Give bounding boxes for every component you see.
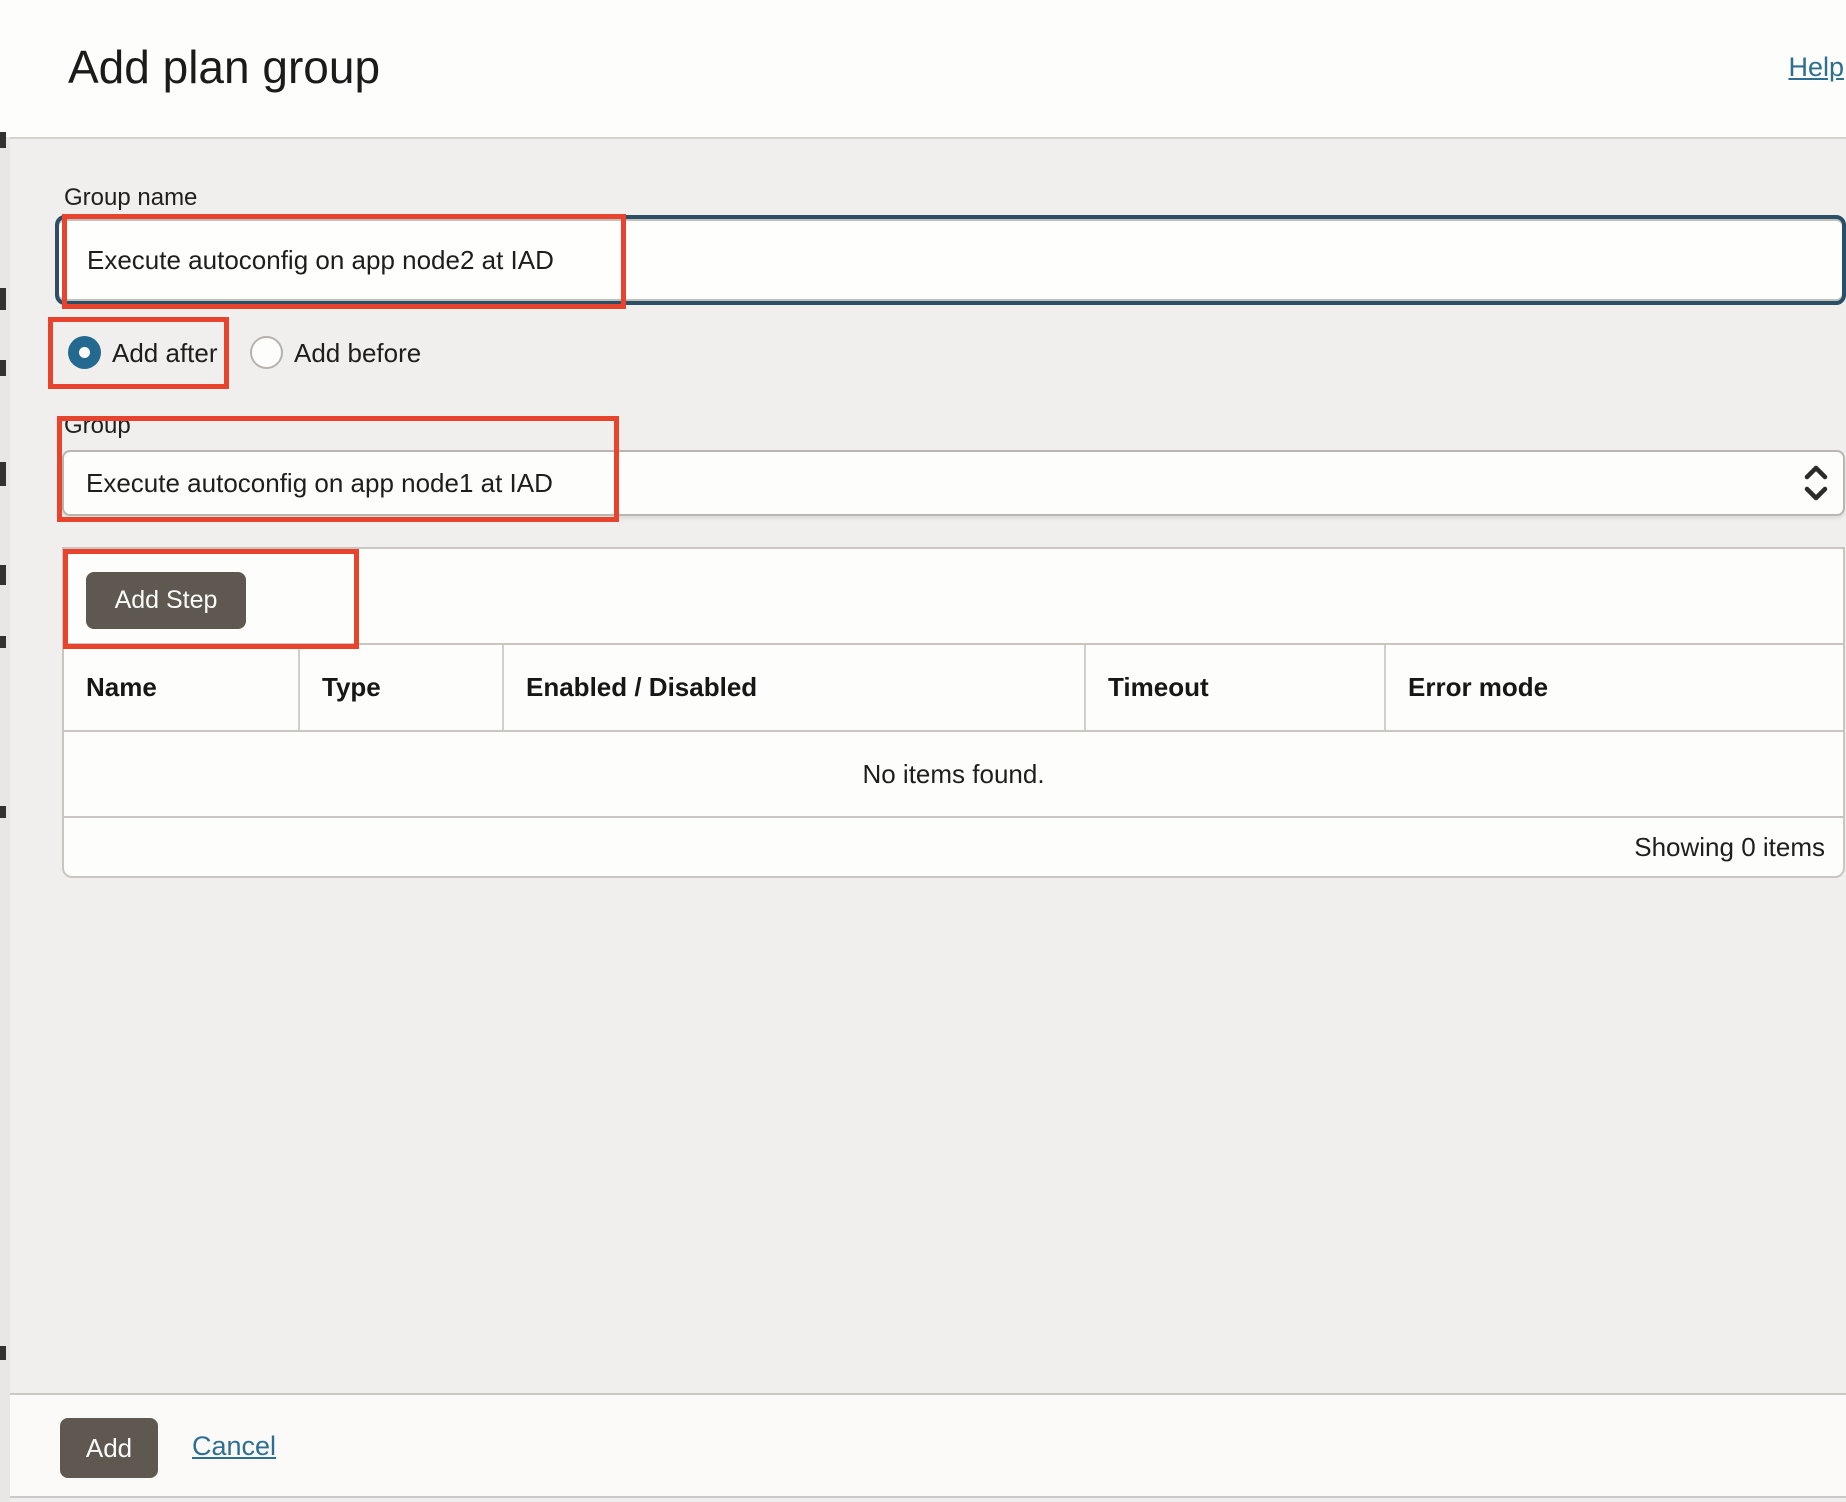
group-select[interactable]: Execute autoconfig on app node1 at IAD — [62, 450, 1845, 516]
clipped-text-fragment — [0, 132, 6, 148]
underlying-scrollbar[interactable] — [3, 0, 9, 1502]
help-link[interactable]: Help — [1788, 52, 1844, 83]
empty-table-message: No items found. — [64, 730, 1843, 816]
add-step-button[interactable]: Add Step — [86, 572, 246, 629]
group-name-input[interactable] — [55, 215, 1846, 305]
steps-toolbar: Add Step — [64, 549, 1843, 643]
clipped-text-fragment — [0, 288, 6, 310]
add-plan-group-page: Add plan group Help Group name Add after… — [0, 0, 1846, 1502]
column-header-type: Type — [300, 645, 504, 730]
page-title: Add plan group — [68, 41, 381, 93]
table-summary: Showing 0 items — [64, 816, 1843, 876]
group-select-value: Execute autoconfig on app node1 at IAD — [86, 468, 553, 498]
column-header-error-mode: Error mode — [1408, 672, 1549, 702]
group-name-label: Group name — [64, 184, 198, 211]
clipped-text-fragment — [0, 636, 6, 648]
column-header-timeout: Timeout — [1086, 645, 1386, 730]
cancel-link[interactable]: Cancel — [192, 1431, 276, 1462]
radio-add-before-label: Add before — [294, 338, 422, 368]
clipped-text-fragment — [0, 565, 6, 585]
clipped-text-fragment — [0, 806, 6, 818]
page-header: Add plan group Help — [10, 0, 1846, 139]
radio-selected-icon[interactable] — [68, 336, 101, 369]
action-bar: Add Cancel — [10, 1393, 1846, 1498]
column-header-name: Name — [64, 645, 300, 730]
underlying-page-edge — [0, 0, 10, 1502]
column-header-enabled: Enabled / Disabled — [504, 645, 1086, 730]
group-label: Group — [64, 412, 131, 439]
position-radio-group: Add after Add before — [0, 336, 1846, 369]
radio-unselected-icon[interactable] — [250, 336, 283, 369]
steps-table: Add Step Name Type Enabled / Disabled Ti… — [62, 547, 1845, 878]
steps-table-header: Name Type Enabled / Disabled Timeout Err… — [64, 643, 1843, 730]
clipped-text-fragment — [0, 1346, 6, 1360]
clipped-text-fragment — [0, 462, 6, 486]
radio-add-after-label: Add after — [112, 338, 218, 368]
add-button[interactable]: Add — [60, 1418, 158, 1478]
select-updown-icon — [1804, 465, 1828, 501]
